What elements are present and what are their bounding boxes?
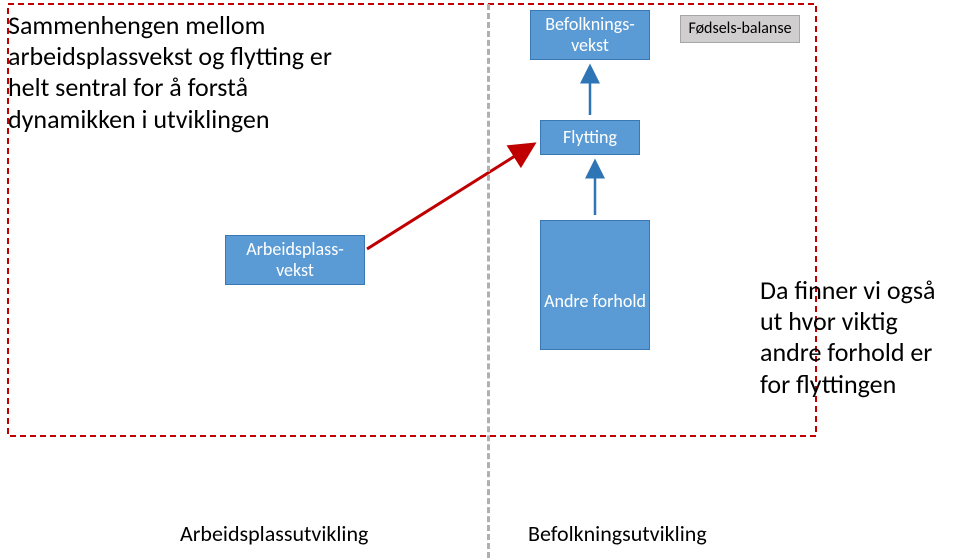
box-befolkningsvekst-label: Befolknings- vekst <box>545 14 635 55</box>
vertical-separator <box>487 4 490 558</box>
box-befolkningsvekst: Befolknings- vekst <box>530 10 650 60</box>
box-andre-forhold: Andre forhold <box>540 220 650 350</box>
box-andre-forhold-label: Andre forhold <box>544 291 646 312</box>
box-arbeidsplassvekst-label: Arbeidsplass- vekst <box>246 239 344 280</box>
box-flytting: Flytting <box>540 120 640 155</box>
label-befolkningsutvikling: Befolkningsutvikling <box>528 520 707 547</box>
box-fodselsbalanse-label: Fødsels-balanse <box>688 20 791 38</box>
box-fodselsbalanse: Fødsels-balanse <box>680 15 800 43</box>
label-arbeidsplassutvikling: Arbeidsplassutvikling <box>180 520 368 547</box>
title-left: Sammenhengen mellom arbeidsplassvekst og… <box>8 10 358 135</box>
title-right: Da finner vi også ut hvor viktig andre f… <box>760 275 960 400</box>
box-arbeidsplassvekst: Arbeidsplass- vekst <box>225 235 365 285</box>
box-flytting-label: Flytting <box>563 127 617 148</box>
